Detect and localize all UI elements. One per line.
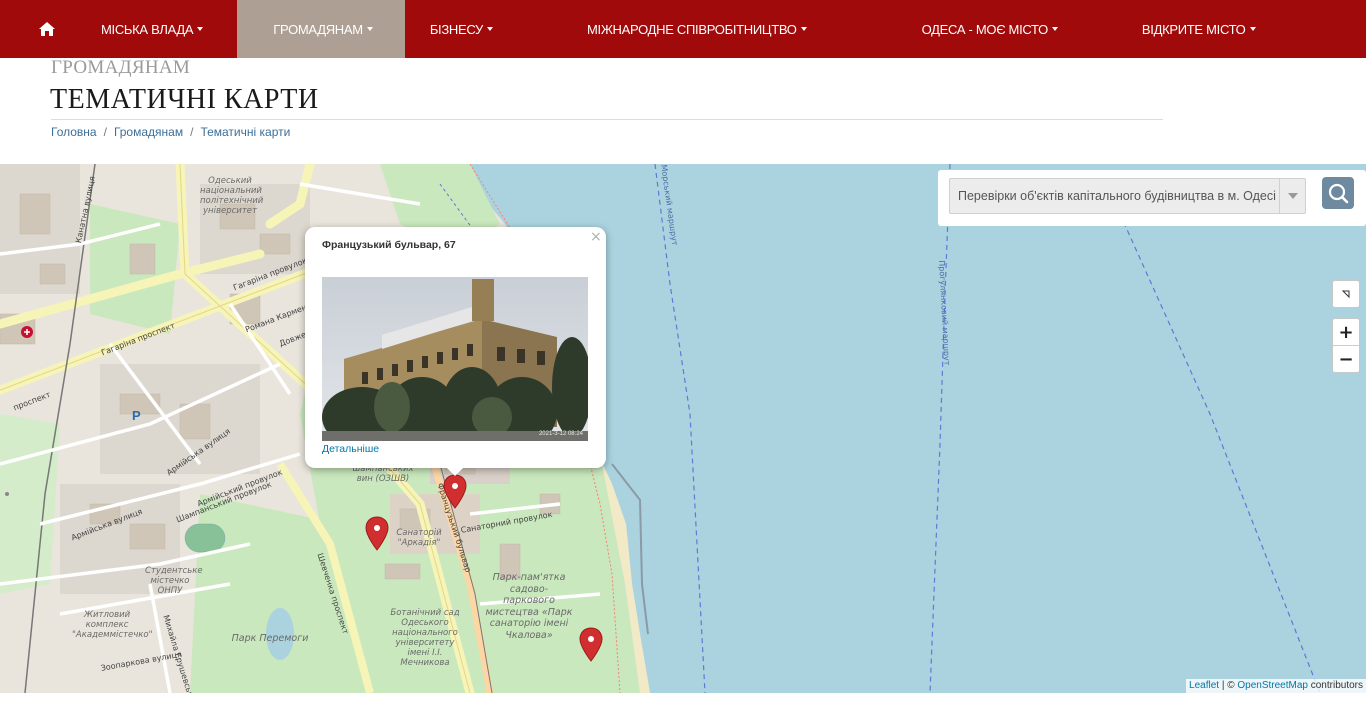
popup-building-photo: 2021-3-12 08:24 xyxy=(322,277,588,441)
nav-label: Одеса - моє місто xyxy=(921,21,1049,37)
home-icon xyxy=(39,22,55,36)
caret-down-icon xyxy=(366,27,373,31)
breadcrumb-separator: / xyxy=(103,125,107,139)
map-label-student-campus: Студентське містечко ОНПУ xyxy=(145,566,203,596)
nav-business[interactable]: Бізнесу xyxy=(430,0,493,58)
home-button[interactable] xyxy=(0,0,94,58)
zoom-out-button[interactable]: − xyxy=(1333,346,1359,373)
caret-down-icon xyxy=(1249,27,1256,31)
breadcrumb-separator: / xyxy=(190,125,194,139)
layer-select-dropdown[interactable]: Перевірки об'єктів капітального будівниц… xyxy=(949,178,1306,214)
page-section-label: ГРОМАДЯНАМ xyxy=(51,57,191,78)
zoom-control: + − xyxy=(1332,318,1360,373)
map-label-university: Одеський національний політехнічний унів… xyxy=(200,176,264,216)
osm-link[interactable]: OpenStreetMap xyxy=(1237,680,1308,691)
top-navigation: Міська влада Громадянам Бізнесу Міжнарод… xyxy=(0,0,1366,58)
attribution-suffix: contributors xyxy=(1307,680,1363,691)
nav-label: Міська влада xyxy=(101,21,194,37)
leaflet-link[interactable]: Leaflet xyxy=(1189,680,1219,691)
nav-citizens[interactable]: Громадянам xyxy=(237,0,405,58)
map-marker-pin-icon[interactable] xyxy=(365,516,389,552)
map-tiles xyxy=(0,164,1366,693)
search-button[interactable] xyxy=(1322,177,1354,209)
layer-select-value: Перевірки об'єктів капітального будівниц… xyxy=(958,189,1276,203)
nav-label: Міжнародне співробітництво xyxy=(586,21,797,37)
map-label-chkalov-park: Парк-пам'ятка садово-паркового мистецтва… xyxy=(485,572,573,641)
map-marker-pin-icon[interactable] xyxy=(443,474,467,510)
corner-arrow-icon xyxy=(1341,290,1350,299)
map-label-botanical-garden: Ботанічний сад Одеського національного у… xyxy=(390,608,460,668)
popup-title: Французький бульвар, 67 xyxy=(322,239,456,251)
attribution-separator: | © xyxy=(1219,680,1238,691)
nav-label: Громадянам xyxy=(273,21,363,37)
map-attribution: Leaflet | © OpenStreetMap contributors xyxy=(1186,679,1366,693)
caret-down-icon xyxy=(486,27,493,31)
search-icon xyxy=(1328,183,1349,204)
nav-label: Відкрите місто xyxy=(1141,21,1246,37)
map-marker-pin-icon[interactable] xyxy=(579,627,603,663)
chevron-down-icon xyxy=(1279,179,1305,213)
nav-odesa-my-city[interactable]: Одеса - моє місто xyxy=(922,0,1058,58)
nav-open-city[interactable]: Відкрите місто xyxy=(1142,0,1256,58)
popup-close-button[interactable]: × xyxy=(590,229,602,245)
map-label-victory-park: Парк Перемоги xyxy=(231,633,309,644)
map-label-academ: Житловий комплекс "Академмістечко" xyxy=(72,610,153,640)
breadcrumb-current: Тематичні карти xyxy=(200,125,291,139)
popup-tip xyxy=(445,466,465,476)
page-title: ТЕМАТИЧНІ КАРТИ xyxy=(50,84,319,115)
title-divider xyxy=(51,119,1163,120)
nav-label: Бізнесу xyxy=(429,21,483,37)
breadcrumb-home[interactable]: Головна xyxy=(51,125,97,139)
breadcrumb-citizens[interactable]: Громадянам xyxy=(114,125,183,139)
parking-icon: P xyxy=(132,408,141,423)
photo-timestamp: 2021-3-12 08:24 xyxy=(538,431,583,437)
breadcrumb: Головна / Громадянам / Тематичні карти xyxy=(51,125,290,139)
caret-down-icon xyxy=(1051,27,1058,31)
zoom-in-button[interactable]: + xyxy=(1333,319,1359,346)
caret-down-icon xyxy=(197,27,204,31)
map-label-sanatorium: Санаторій "Аркадія" xyxy=(396,528,442,548)
nav-city-authority[interactable]: Міська влада xyxy=(101,0,204,58)
map-canvas[interactable]: Одеський національний політехнічний унів… xyxy=(0,164,1366,693)
details-link[interactable]: Детальніше xyxy=(322,443,379,455)
nav-international[interactable]: Міжнародне співробітництво xyxy=(587,0,807,58)
fullscreen-button[interactable] xyxy=(1332,280,1360,308)
caret-down-icon xyxy=(800,27,807,31)
